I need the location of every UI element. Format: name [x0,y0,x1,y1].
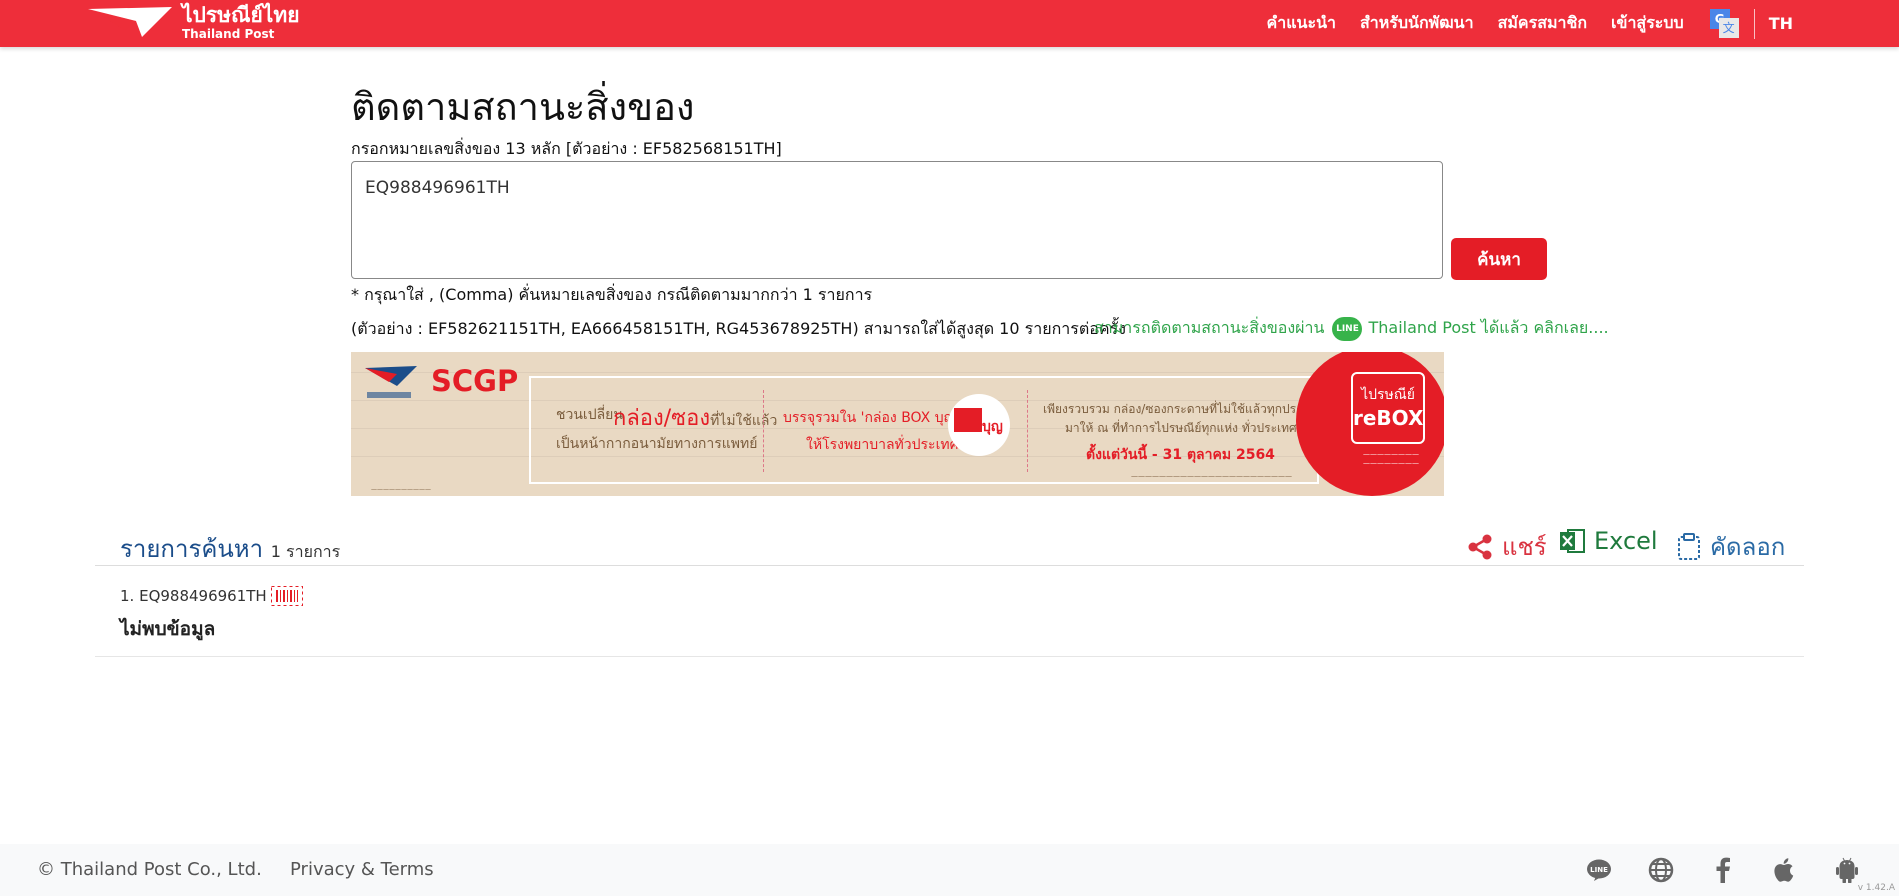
svg-text:LINE: LINE [1590,866,1608,874]
results-count: 1 รายการ [270,542,341,561]
banner-text-2: เป็นหน้ากากอนามัยทางการแพทย์ [556,436,758,452]
page-title: ติดตามสถานะสิ่งของ [351,85,695,129]
footer-social-icons: LINE [1551,856,1861,884]
rebox-logo: ไปรษณีย์ reBOX [1351,372,1425,444]
rebox-logo-thai: ไปรษณีย์ [1361,387,1415,403]
banner-fineprint-left: —————————— [371,486,431,493]
share-button[interactable]: แชร์ [1466,527,1547,566]
nav-guide[interactable]: คำแนะนำ [1267,11,1336,36]
banner-text-3: บรรจุรวมใน 'กล่อง BOX บุญ' [783,410,960,426]
banner-text-1c: ที่ไม่ใช้แล้ว [710,413,778,429]
result-item: 1. EQ988496961TH ไม่พบข้อมูล [95,568,1804,657]
line-icon[interactable]: LINE [1585,856,1613,884]
tracking-number-input[interactable]: EQ988496961TH [351,161,1443,279]
rebox-logo-en: reBOX [1353,406,1424,430]
banner-date: ตั้งแต่วันนี้ - 31 ตุลาคม 2564 [1086,447,1275,463]
clipboard-icon [1678,532,1700,560]
excel-label: Excel [1594,527,1658,555]
excel-export-button[interactable]: Excel [1558,527,1658,555]
top-navbar: ไปรษณีย์ไทย Thailand Post คำแนะนำ สำหรับ… [0,0,1899,47]
result-status: ไม่พบข้อมูล [120,618,216,640]
version-label: v 1.42.A [1857,883,1895,893]
box-boon-label: บุญ [982,419,1003,435]
box-boon-badge: บุญ [948,394,1010,456]
result-index: 1. [120,587,135,605]
nav-divider [1753,8,1755,39]
thailand-post-mini-logo-icon [365,366,417,398]
banner-text-5: เพียงรวบรวม กล่อง/ซองกระดาษที่ไม่ใช้แล้ว… [1043,402,1323,416]
scgp-logo: SCGP [431,364,519,398]
line-link-prefix: สามารถติดตามสถานะสิ่งของผ่าน [1094,318,1325,337]
line-icon: LINE [1332,316,1363,341]
copy-button[interactable]: คัดลอก [1676,527,1785,566]
search-button[interactable]: ค้นหา [1451,238,1547,280]
box-icon [954,408,982,432]
barcode-icon[interactable] [270,586,303,606]
banner-text-6: มาให้ ณ ที่ทำการไปรษณีย์ทุกแห่ง ทั่วประเ… [1065,421,1303,435]
thailand-post-logo[interactable]: ไปรษณีย์ไทย Thailand Post [86,2,300,42]
google-translate-icon[interactable]: G 文 [1709,8,1740,39]
bird-logo-icon [88,7,172,37]
banner-text-1b: กล่อง/ซองที่ไม่ใช้แล้ว [613,400,777,435]
rebox-subtext: ———————— ———————— [1363,450,1419,468]
line-tracking-link[interactable]: สามารถติดตามสถานะสิ่งของผ่าน LINE Thaila… [1094,316,1609,341]
example-note: (ตัวอย่าง : EF582621151TH, EA666458151TH… [351,319,1126,338]
nav-login[interactable]: เข้าสู่ระบบ [1611,11,1684,36]
copy-label: คัดลอก [1710,533,1786,561]
nav-register[interactable]: สมัครสมาชิก [1498,11,1587,36]
language-toggle[interactable]: TH [1769,14,1793,33]
rebox-promo-banner[interactable]: SCGP ชวนเปลี่ยน กล่อง/ซองที่ไม่ใช้แล้ว เ… [351,352,1444,496]
globe-icon[interactable] [1647,856,1675,884]
apple-icon[interactable] [1771,856,1799,884]
logo-english-text: Thailand Post [182,26,275,41]
result-tracking-number: EQ988496961TH [139,587,267,605]
share-icon [1468,534,1492,559]
results-title: รายการค้นหา [120,535,264,563]
logo-thai-text: ไปรษณีย์ไทย [182,2,300,27]
footer: © Thailand Post Co., Ltd. Privacy & Term… [0,844,1899,896]
android-icon[interactable] [1833,856,1861,884]
facebook-icon[interactable] [1709,856,1737,884]
banner-text-4: ให้โรงพยาบาลทั่วประเทศ [806,437,959,453]
banner-fineprint: ——————————————————————— [1131,472,1292,480]
share-label: แชร์ [1502,533,1547,561]
nav-developers[interactable]: สำหรับนักพัฒนา [1360,11,1474,36]
results-header: รายการค้นหา 1 รายการ แชร์ Excel คัดลอก [95,525,1804,566]
banner-box-envelope: กล่อง/ซอง [613,406,711,431]
privacy-terms-link[interactable]: Privacy & Terms [290,859,434,880]
line-link-suffix: Thailand Post ได้แล้ว คลิกเลย.... [1368,318,1609,337]
excel-icon [1560,529,1585,553]
main-nav: คำแนะนำ สำหรับนักพัฒนา สมัครสมาชิก เข้าส… [1243,0,1793,47]
comma-note: * กรุณาใส่ , (Comma) คั่นหมายเลขสิ่งของ … [351,285,873,304]
input-hint: กรอกหมายเลขสิ่งของ 13 หลัก [ตัวอย่าง : E… [351,139,782,158]
footer-copyright: © Thailand Post Co., Ltd. [37,859,262,880]
